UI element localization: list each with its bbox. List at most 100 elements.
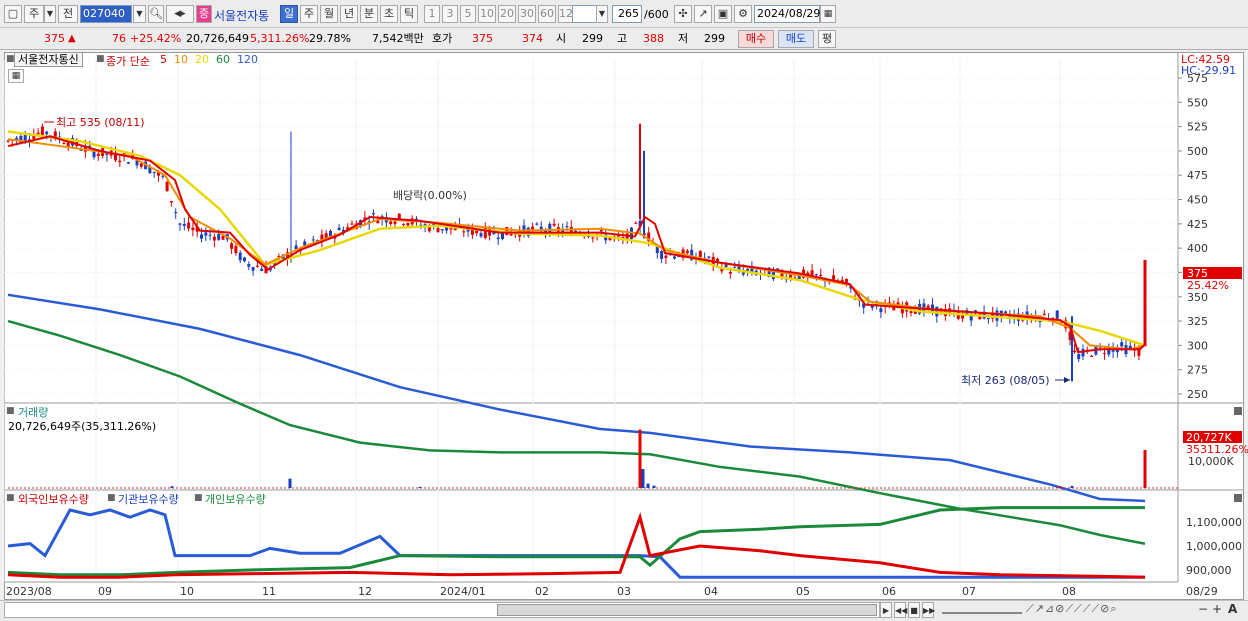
candle-body [1103, 352, 1106, 354]
candle-body [96, 153, 100, 156]
holdings-tick: 900,000 [1186, 564, 1232, 577]
individual-holdings-line [7, 506, 1145, 577]
ma-legend-60[interactable]: 60 [216, 53, 230, 66]
indicator-legend[interactable]: 종가 단순 [106, 53, 150, 69]
ma-legend-5[interactable]: 5 [160, 53, 167, 66]
font-size-icon[interactable]: A [1228, 602, 1237, 616]
candle-body [303, 241, 307, 246]
candle-body [337, 227, 341, 231]
candle-body [152, 171, 156, 173]
stock-name-legend[interactable]: 서울전자통신 [14, 52, 83, 67]
candle-body [165, 181, 169, 192]
zoom-out-icon[interactable]: − [1198, 602, 1208, 616]
stop-icon[interactable]: ■ [908, 602, 920, 618]
candle-body [178, 223, 182, 225]
candle-body [62, 142, 66, 144]
low-annotation-arrowhead [1064, 377, 1070, 383]
candle-body [462, 231, 466, 233]
zoom-in-icon[interactable]: + [1212, 602, 1222, 616]
institution-holdings-label: 기관보유수량 [118, 493, 179, 506]
ma-legend-20[interactable]: 20 [195, 53, 209, 66]
candle-body [535, 223, 539, 225]
candle-body [1004, 311, 1008, 314]
individual-holdings-label: 개인보유수량 [205, 493, 266, 506]
candle-body [221, 235, 225, 240]
volume-bar [1070, 485, 1074, 488]
candle-body [814, 274, 818, 276]
holdings-tick: 1,000,000 [1186, 540, 1242, 553]
volume-bar [1143, 450, 1147, 488]
candles [6, 123, 1147, 382]
time-tick: 04 [704, 585, 718, 598]
candle-body [126, 162, 130, 164]
time-tick: 03 [617, 585, 631, 598]
candle-body [139, 163, 143, 167]
candle-body [909, 311, 913, 314]
volume-bar [638, 429, 642, 488]
candle-body [372, 213, 375, 215]
price-tick: 425 [1187, 218, 1208, 231]
candle-body [200, 234, 203, 239]
candle-body [879, 308, 883, 313]
scrollbar-thumb[interactable] [497, 604, 877, 616]
candle-body [402, 224, 406, 226]
candle-body [707, 256, 711, 258]
fast-forward-icon[interactable]: ▶▶ [922, 602, 935, 618]
candle-body [969, 315, 973, 321]
candle-body [169, 201, 173, 203]
candle-body [234, 246, 238, 254]
candle-body [1090, 355, 1094, 357]
scroll-right-icon[interactable]: ▶ [880, 602, 892, 618]
candle-body [45, 131, 49, 135]
candle-body [728, 271, 732, 274]
price-tick: 400 [1187, 242, 1208, 255]
volume-marker-icon: ■ [6, 406, 15, 416]
drawing-tools-icon[interactable]: ⟋↗⊿⊘⟋⟋⟋⟋⊘⌕ [1026, 602, 1118, 616]
candle-body [118, 160, 122, 163]
candle-body [191, 227, 195, 231]
volume-bar [418, 486, 422, 488]
candle-body [552, 223, 556, 226]
horizontal-scrollbar[interactable] [4, 602, 880, 618]
time-tick: 02 [535, 585, 549, 598]
price-tick: 350 [1187, 291, 1208, 304]
price-tick: 275 [1187, 364, 1208, 377]
table-icon[interactable]: ▦ [8, 69, 24, 83]
hc-label: HC:-29.91 [1181, 64, 1236, 77]
rewind-icon[interactable]: ◀◀ [894, 602, 907, 618]
price-tick: 450 [1187, 194, 1208, 207]
time-tick: 07 [962, 585, 976, 598]
candle-body [819, 274, 823, 276]
candle-body [92, 151, 96, 158]
time-tick: 2023/08 [6, 585, 52, 598]
holding-lines [7, 506, 1146, 579]
price-tick: 475 [1187, 169, 1208, 182]
candle-body [660, 251, 664, 259]
candle-body [733, 266, 737, 268]
volume-panel-close-icon [1234, 407, 1242, 415]
foreign-holdings-line [7, 512, 1146, 579]
holdings-tick: 1,100,000 [1186, 516, 1242, 529]
candle-body [230, 243, 234, 249]
ma-legend-120[interactable]: 120 [237, 53, 258, 66]
ma-legend-10[interactable]: 10 [174, 53, 188, 66]
candle-body [496, 237, 500, 240]
time-tick: 2024/01 [440, 585, 486, 598]
volume-bars [8, 429, 1178, 489]
candle-body [436, 228, 440, 233]
candle-body [1081, 349, 1085, 357]
candle-body [440, 229, 444, 231]
volume-value-label: 20,726,649주(35,311.26%) [8, 420, 157, 433]
candle-body [397, 213, 401, 219]
chart-svg: 5755505255004754504254003753503253002752… [3, 52, 1248, 598]
holdings-panel-close-icon [1234, 494, 1242, 502]
moving-averages [7, 130, 1147, 545]
candle-body [187, 222, 191, 229]
candle-body [1055, 310, 1059, 319]
candle-body [182, 224, 186, 226]
zoom-slider[interactable] [942, 606, 1022, 614]
volume-bar [652, 485, 656, 488]
candle-body [1072, 350, 1076, 353]
candle-body [212, 236, 216, 241]
candle-body [673, 256, 676, 259]
